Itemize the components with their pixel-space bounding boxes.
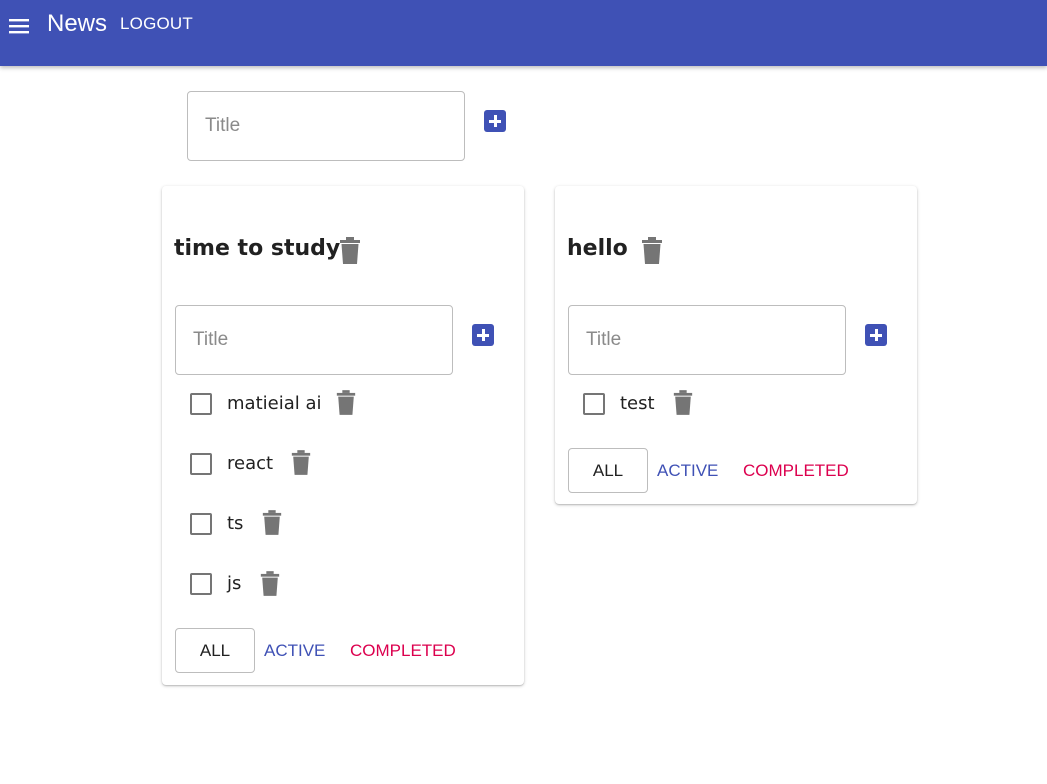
add-task-button[interactable] [472,324,494,346]
trash-icon [262,510,282,535]
trash-icon [291,450,311,475]
trash-icon [340,237,360,264]
task-label[interactable]: test [620,393,655,414]
app-title: News [47,10,108,37]
todolist-card: hello test ALL ACTIVE COMPLETED [555,186,917,504]
task-label[interactable]: ts [227,513,243,534]
todolist-title[interactable]: hello [567,236,628,261]
logout-button[interactable]: LOGOUT [114,14,199,34]
filter-all-button[interactable]: ALL [175,628,255,673]
delete-todolist-button[interactable] [338,237,362,265]
trash-icon [336,390,356,415]
task-checkbox[interactable] [190,513,212,535]
new-task-field[interactable] [568,305,846,375]
delete-task-button[interactable] [259,571,281,597]
task-label[interactable]: js [227,573,241,594]
new-task-input[interactable] [569,306,845,374]
delete-task-button[interactable] [672,390,694,416]
app-bar: News LOGOUT [0,0,1047,66]
task-checkbox[interactable] [190,393,212,415]
filter-completed-button[interactable]: COMPLETED [743,461,849,481]
trash-icon [673,390,693,415]
trash-icon [642,237,662,264]
menu-icon [9,19,29,34]
new-task-input[interactable] [176,306,452,374]
trash-icon [260,571,280,596]
new-todolist-field[interactable] [187,91,465,161]
filter-active-button[interactable]: ACTIVE [264,641,325,661]
delete-task-button[interactable] [261,510,283,536]
filter-active-button[interactable]: ACTIVE [657,461,718,481]
filter-all-button[interactable]: ALL [568,448,648,493]
add-task-button[interactable] [865,324,887,346]
task-label[interactable]: react [227,453,273,474]
delete-task-button[interactable] [290,450,312,476]
add-todolist-button[interactable] [484,110,506,132]
delete-todolist-button[interactable] [640,237,664,265]
task-checkbox[interactable] [190,453,212,475]
filter-completed-button[interactable]: COMPLETED [350,641,456,661]
todolist-title[interactable]: time to study [174,236,340,261]
menu-button[interactable] [0,8,36,44]
task-label[interactable]: matieial ai [227,393,321,414]
task-checkbox[interactable] [190,573,212,595]
task-checkbox[interactable] [583,393,605,415]
todolist-card: time to study matieial ai react ts [162,186,524,685]
new-task-field[interactable] [175,305,453,375]
delete-task-button[interactable] [335,390,357,416]
new-todolist-input[interactable] [188,92,464,160]
